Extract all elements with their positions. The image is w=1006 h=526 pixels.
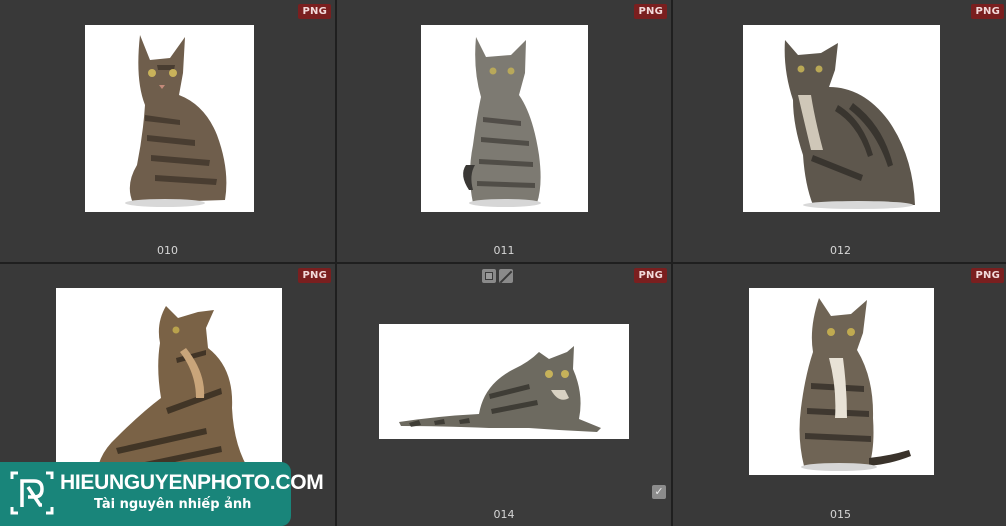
- format-badge: PNG: [634, 268, 667, 283]
- file-name: 011: [493, 244, 515, 257]
- file-name: 010: [157, 244, 178, 257]
- format-badge: PNG: [971, 268, 1004, 283]
- format-badge: PNG: [298, 268, 331, 283]
- thumbnail-cell[interactable]: PNG 011: [337, 0, 671, 262]
- cat-image: [784, 40, 915, 209]
- format-badge: PNG: [634, 4, 667, 19]
- thumbnail-image[interactable]: [749, 288, 934, 475]
- cat-image: [463, 37, 541, 207]
- watermark-subtitle: Tài nguyên nhiếp ảnh: [94, 497, 252, 512]
- thumbnail-cell[interactable]: PNG 010: [0, 0, 335, 262]
- cell-toolbar: [482, 269, 513, 283]
- checkmark-icon[interactable]: ✓: [652, 485, 666, 499]
- slash-icon[interactable]: [499, 269, 513, 283]
- thumbnail-cell[interactable]: PNG 012: [673, 0, 1006, 262]
- cat-image: [95, 306, 266, 488]
- thumbnail-image[interactable]: [743, 25, 940, 212]
- thumbnail-image[interactable]: [85, 25, 254, 212]
- thumbnail-image[interactable]: [379, 324, 629, 439]
- cat-image: [399, 346, 601, 432]
- file-name: 012: [830, 244, 851, 257]
- thumbnail-grid: PNG 010 PNG 011 PNG 012 PNG PNG ✓ 014 PN…: [0, 0, 1006, 526]
- format-badge: PNG: [298, 4, 331, 19]
- transparency-square-icon[interactable]: [482, 269, 496, 283]
- thumbnail-image[interactable]: [421, 25, 588, 212]
- file-name: 015: [830, 508, 851, 521]
- watermark-title: HIEUNGUYENPHOTO.COM: [60, 471, 324, 494]
- thumbnail-image[interactable]: [56, 288, 282, 488]
- cat-image: [799, 298, 911, 471]
- cat-image: [125, 35, 227, 207]
- thumbnail-cell[interactable]: PNG ✓ 014: [337, 264, 671, 526]
- format-badge: PNG: [971, 4, 1004, 19]
- watermark-logo: HIEUNGUYENPHOTO.COM Tài nguyên nhiếp ảnh: [0, 462, 324, 526]
- logo-icon: [10, 471, 54, 515]
- thumbnail-cell[interactable]: PNG 015: [673, 264, 1006, 526]
- file-name: 014: [493, 508, 515, 521]
